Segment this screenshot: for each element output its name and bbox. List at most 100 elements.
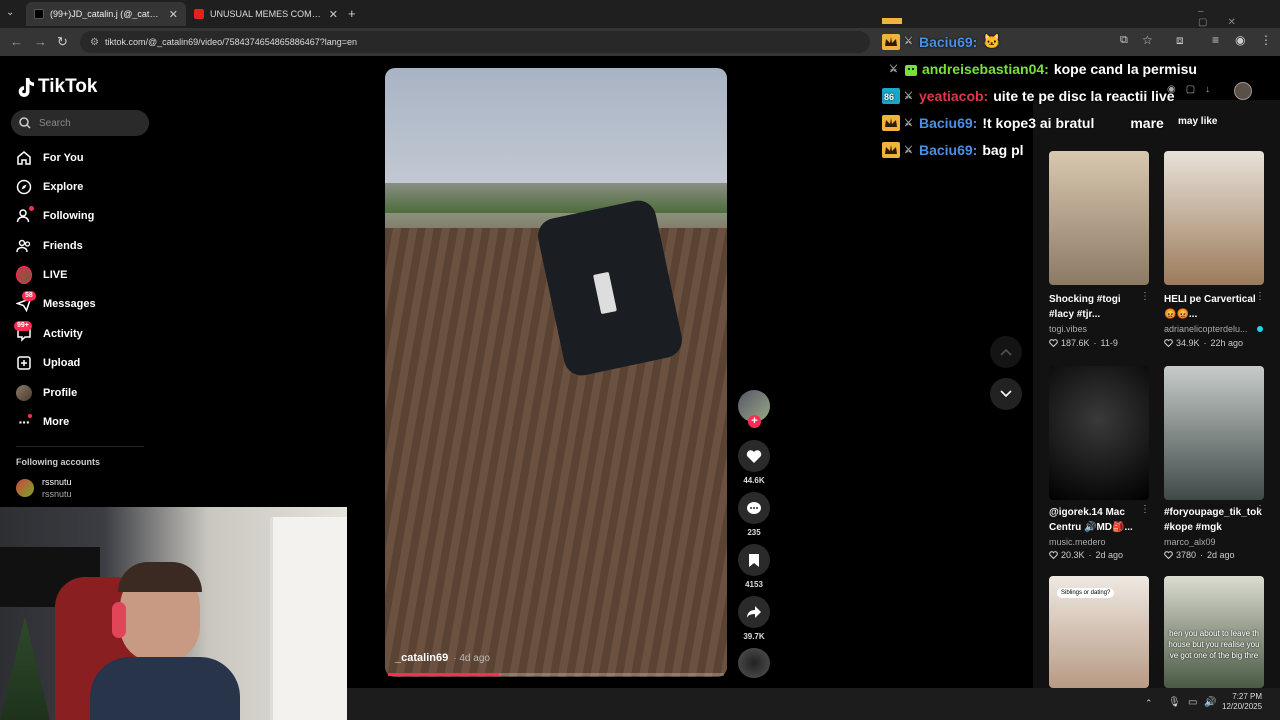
activity-icon: 99+ [14,321,32,342]
card-author[interactable]: music.medero [1049,537,1149,547]
card-stats: 20.3K · 2d ago [1049,550,1123,560]
chat-username: Baciu69: [918,33,978,50]
browser-tab-tiktok[interactable]: (99+)JD_catalin.j (@_catalin69) ✕ [26,2,186,26]
media-controls-icon[interactable]: ≡ [1212,33,1219,47]
thumbnail-caption: Siblings or dating? [1057,588,1115,598]
bookmark-icon [749,553,759,567]
system-clock[interactable]: 7:27 PM 12/20/2025 [1222,692,1262,712]
chat-username: andreisebastian04: [921,61,1049,77]
chat-text: bag pl [982,142,1024,158]
video-horizon [385,183,727,213]
friends-icon [16,238,32,254]
tab-close-icon[interactable]: ✕ [329,8,338,21]
moderator-sword-icon: ⚔ [904,144,913,156]
nav-explore[interactable]: Explore [16,176,83,198]
profile-icon [16,385,32,401]
cast-icon[interactable]: ⧉ [1120,34,1128,47]
reload-icon[interactable]: ↻ [57,34,68,50]
more-icon: ··· [16,414,32,430]
profile-account-icon[interactable]: ◉ [1235,33,1245,47]
browser-menu-icon[interactable]: ⋮ [1260,33,1272,47]
recommendation-card[interactable] [1164,366,1264,500]
card-author[interactable]: adrianelicopterdelu... [1164,324,1254,334]
comment-button[interactable] [738,492,770,524]
avatar [16,479,34,497]
recommendation-card[interactable] [1164,151,1264,285]
nav-live[interactable]: LIVE [16,264,67,286]
account-name: rssnutu [42,477,72,487]
card-title[interactable]: @igorek.14 Mac Centru 🔊MD🎒... [1049,505,1145,535]
svg-text:86: 86 [884,92,894,102]
volume-icon[interactable]: 🔊 [1204,697,1216,708]
nav-friends[interactable]: Friends [16,235,83,257]
robot-icon [904,65,917,76]
nav-messages[interactable]: 58 Messages [16,291,96,315]
video-progress-bar[interactable] [388,673,724,676]
chat-text: !t kope3 ai bratul [982,115,1095,131]
user-avatar[interactable] [1234,82,1252,100]
video-thumbnail[interactable] [1164,151,1264,285]
previous-video-button[interactable] [990,336,1022,368]
card-title[interactable]: Shocking #togi #lacy #tjr... [1049,292,1145,322]
site-info-icon[interactable]: ⚙ [90,37,99,48]
chat-text: kope cand la permisu [1053,61,1197,77]
video-thumbnail[interactable]: hen you about to leave th house but you … [1164,576,1264,688]
nav-activity[interactable]: 99+ Activity [14,321,83,345]
account-handle: rssnutu [42,489,72,499]
card-more-icon[interactable]: ⋮ [1140,504,1150,515]
recommendation-card[interactable] [1049,151,1149,285]
forward-arrow-icon[interactable]: → [34,34,47,49]
card-title[interactable]: #foryoupage_tik_tok #kope #mgk [1164,505,1262,535]
nav-for-you[interactable]: For You [16,147,84,169]
video-thumbnail[interactable] [1049,366,1149,500]
webcam-headphones [112,602,126,638]
compass-icon [16,179,32,195]
window-controls[interactable]: –▢✕ [1198,6,1280,28]
nav-upload[interactable]: Upload [16,352,80,374]
card-more-icon[interactable]: ⋮ [1255,291,1265,302]
card-author[interactable]: marco_alx09 [1164,537,1264,547]
heart-outline-icon [1049,339,1058,347]
card-more-icon[interactable]: ⋮ [1255,504,1265,515]
os-taskbar [347,688,1280,720]
video-thumbnail[interactable]: Siblings or dating? [1049,576,1149,688]
like-button[interactable] [738,440,770,472]
new-tab-plus-icon[interactable]: + [348,6,356,21]
crown-icon [882,142,900,158]
video-thumbnail[interactable] [1164,366,1264,500]
sound-disc[interactable] [738,648,770,678]
nav-profile[interactable]: Profile [16,382,77,404]
search-input[interactable]: Search [11,110,149,136]
bookmark-star-icon[interactable]: ☆ [1142,33,1153,47]
share-button[interactable] [738,596,770,628]
save-button[interactable] [738,544,770,576]
address-bar[interactable]: ⚙ tiktok.com/@_catalin69/video/758437465… [80,31,870,53]
nav-more[interactable]: ··· More [16,411,69,433]
verified-badge-icon [1257,326,1263,332]
card-author[interactable]: togi.vibes [1049,324,1149,334]
card-title[interactable]: HELI pe Carvertical😡😡... [1164,292,1260,322]
card-more-icon[interactable]: ⋮ [1140,291,1150,302]
tray-chevron-up-icon[interactable]: ⌃ [1145,698,1153,709]
back-arrow-icon[interactable]: ← [10,34,23,49]
tiktok-logo[interactable]: TikTok [16,76,97,98]
nav-following[interactable]: Following [16,205,94,227]
recommendation-card[interactable] [1049,366,1149,500]
next-video-button[interactable] [990,378,1022,410]
extensions-icon[interactable]: ⧈ [1176,33,1184,48]
follow-plus-icon[interactable]: + [748,415,761,428]
chat-message: ⚔ Baciu69: !t kope3 ai bratul mare [882,115,1164,131]
network-icon[interactable]: ▭ [1188,697,1197,708]
share-arrow-icon [747,606,761,618]
moderator-sword-icon: ⚔ [904,90,913,102]
video-thumbnail[interactable] [1049,151,1149,285]
microphone-icon[interactable]: 🎙 [1168,697,1181,708]
tab-list-chevron-icon[interactable]: ⌄ [6,7,14,18]
browser-tab-youtube[interactable]: UNUSUAL MEMES COMPILATIO ✕ [186,2,346,26]
video-player[interactable] [385,68,727,677]
video-author-line[interactable]: _catalin69 · 4d ago [395,652,490,664]
heart-outline-icon [1049,551,1058,559]
tab-close-icon[interactable]: ✕ [169,8,178,21]
video-author[interactable]: _catalin69 [395,652,448,664]
following-account-item[interactable]: rssnutu rssnutu [16,476,72,500]
